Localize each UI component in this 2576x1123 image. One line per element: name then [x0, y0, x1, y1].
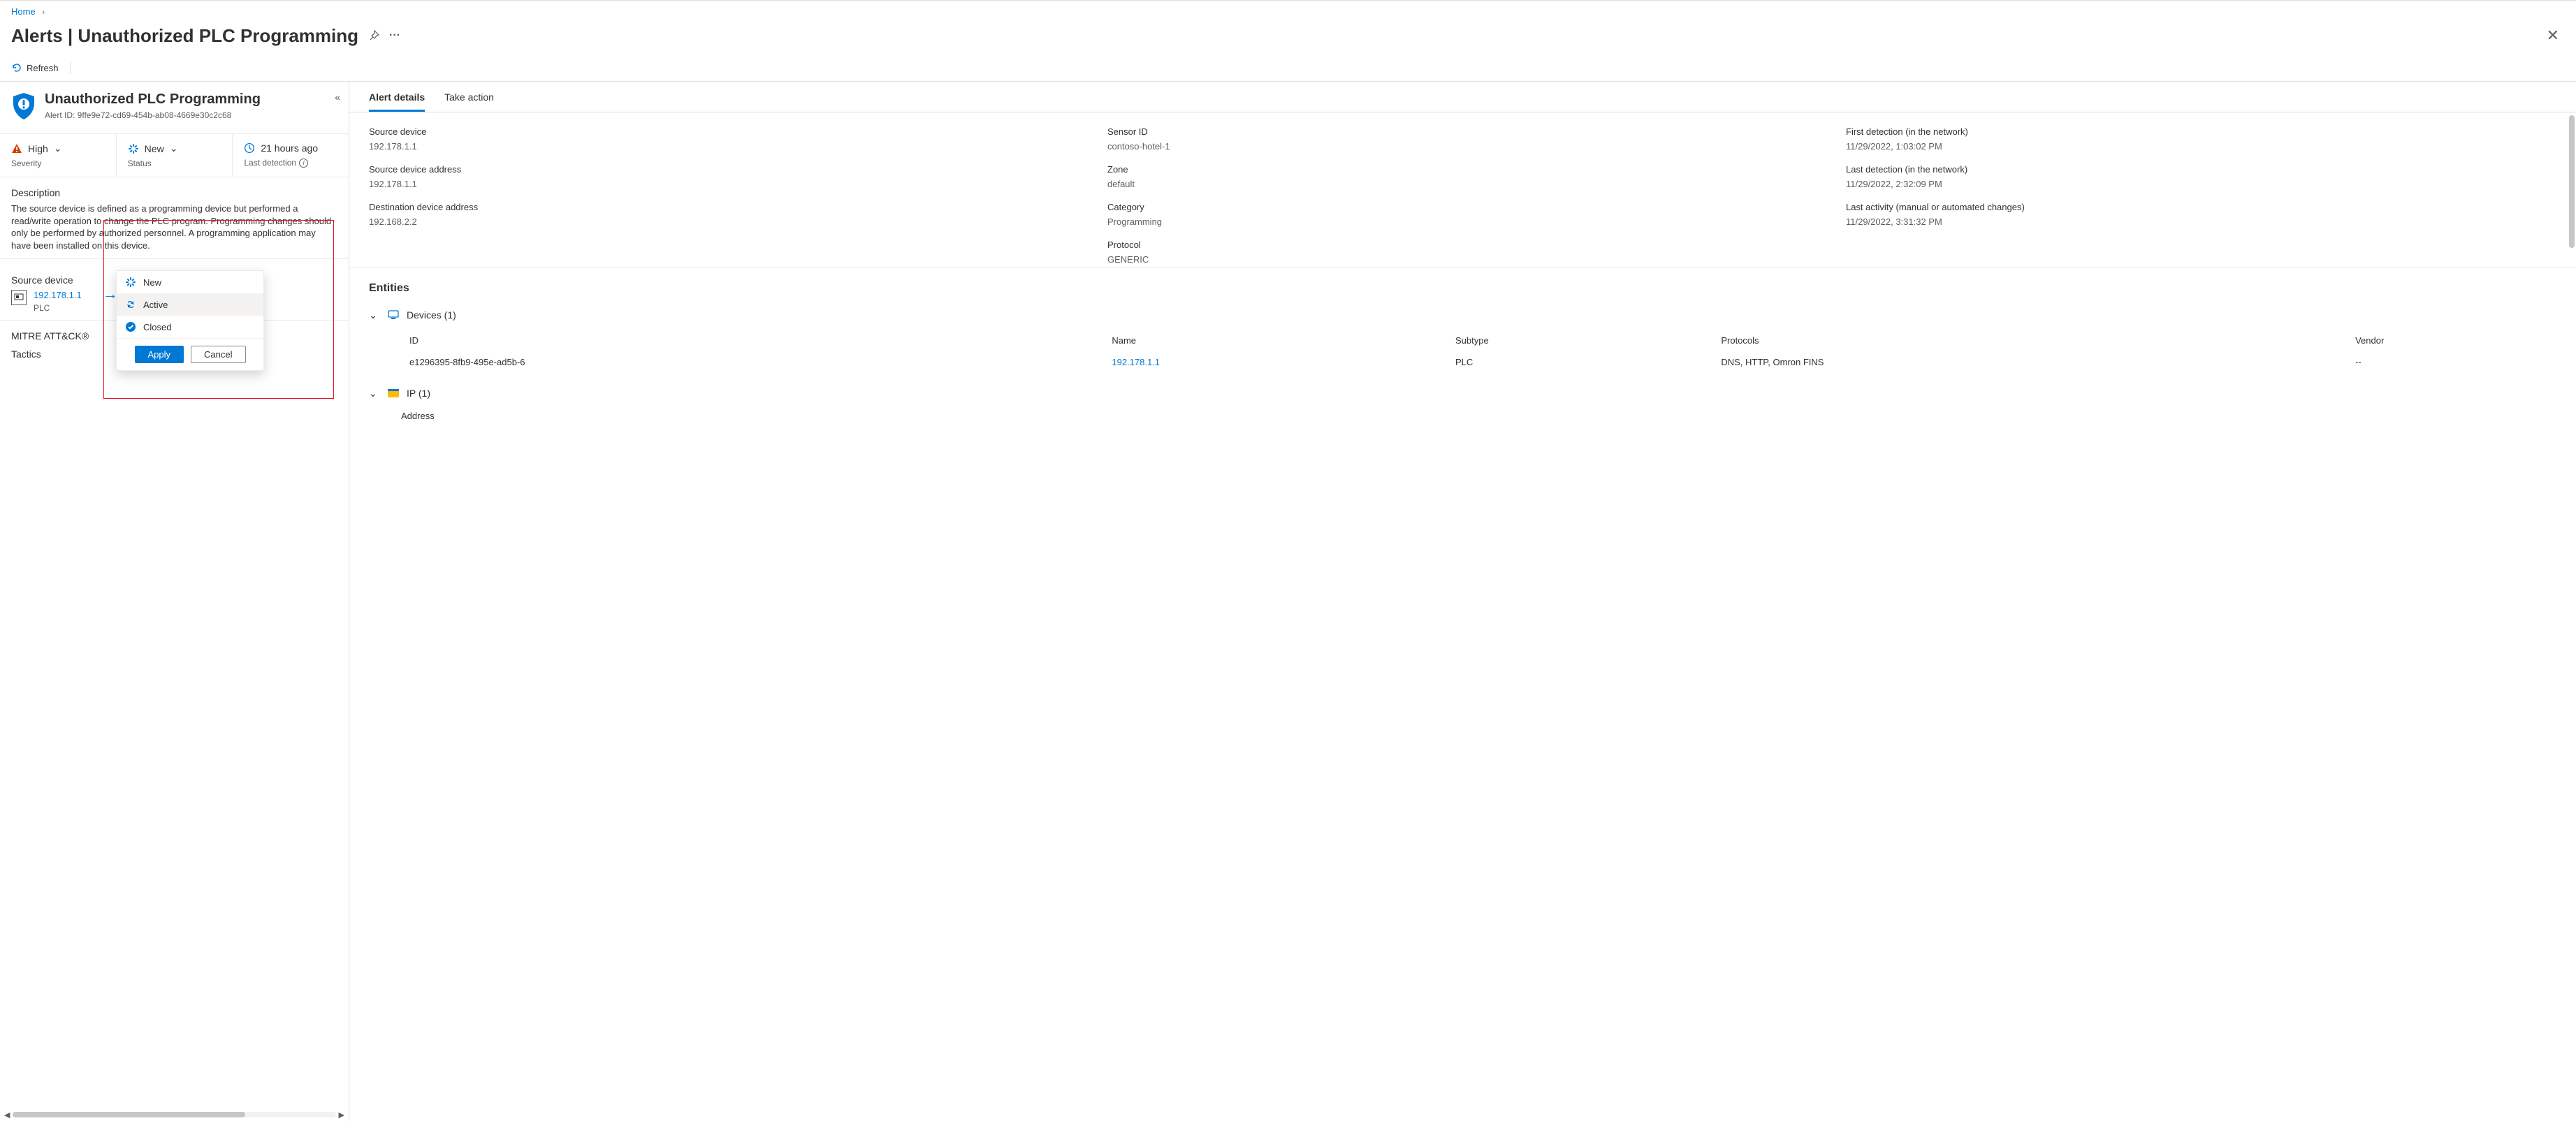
k-first: First detection (in the network) — [1846, 126, 2556, 137]
source-ip-link[interactable]: 192.178.1.1 — [34, 290, 82, 300]
severity-value: High — [28, 143, 48, 154]
tab-take-action[interactable]: Take action — [444, 91, 494, 112]
devices-table: ID Name Subtype Protocols Vendor e129639… — [401, 330, 2576, 373]
v-zone: default — [1107, 179, 1818, 189]
tab-alert-details[interactable]: Alert details — [369, 91, 425, 112]
right-vertical-scrollbar[interactable] — [2569, 115, 2575, 248]
k-source-device: Source device — [369, 126, 1079, 137]
chevron-down-icon[interactable]: ⌄ — [369, 309, 380, 321]
close-icon[interactable]: ✕ — [2541, 24, 2565, 47]
apply-button[interactable]: Apply — [135, 346, 184, 363]
device-icon — [11, 290, 27, 305]
entities-header: Entities — [369, 282, 2556, 295]
cell-protocols: DNS, HTTP, Omron FINS — [1712, 351, 2347, 373]
address-col-header: Address — [401, 411, 2556, 421]
cell-id: e1296395-8fb9-495e-ad5b-6 — [401, 351, 1103, 373]
col-protocols[interactable]: Protocols — [1712, 330, 2347, 351]
k-category: Category — [1107, 202, 1818, 212]
chevron-down-icon[interactable]: ⌄ — [369, 388, 380, 399]
status-chev-icon[interactable]: ⌄ — [170, 142, 178, 154]
check-circle-icon — [125, 321, 136, 332]
v-last: 11/29/2022, 2:32:09 PM — [1846, 179, 2556, 189]
col-subtype[interactable]: Subtype — [1447, 330, 1712, 351]
severity-label: Severity — [11, 159, 105, 168]
cell-subtype: PLC — [1447, 351, 1712, 373]
refresh-icon — [11, 62, 22, 73]
v-protocol: GENERIC — [1107, 254, 1818, 265]
severity-chev-icon[interactable]: ⌄ — [54, 142, 62, 154]
refresh-label: Refresh — [27, 63, 59, 73]
col-vendor[interactable]: Vendor — [2347, 330, 2576, 351]
description-label: Description — [11, 187, 337, 198]
clock-icon — [244, 142, 255, 154]
cell-name-link[interactable]: 192.178.1.1 — [1112, 357, 1160, 367]
v-first: 11/29/2022, 1:03:02 PM — [1846, 141, 2556, 152]
detection-value: 21 hours ago — [261, 142, 318, 154]
v-activity: 11/29/2022, 3:31:32 PM — [1846, 216, 2556, 227]
k-dest-addr: Destination device address — [369, 202, 1079, 212]
status-new-icon — [128, 143, 139, 154]
v-category: Programming — [1107, 216, 1818, 227]
page-title: Alerts | Unauthorized PLC Programming — [11, 25, 358, 47]
status-option-new[interactable]: New — [117, 271, 263, 293]
alert-title: Unauthorized PLC Programming — [45, 91, 261, 108]
table-row[interactable]: e1296395-8fb9-495e-ad5b-6 192.178.1.1 PL… — [401, 351, 2576, 373]
detection-label: Last detection — [244, 158, 296, 168]
more-icon[interactable]: ··· — [389, 29, 400, 42]
shield-icon — [11, 91, 36, 121]
col-name[interactable]: Name — [1103, 330, 1447, 351]
source-device-label: Source device — [11, 274, 82, 286]
breadcrumb: Home › — [0, 1, 2576, 20]
status-dropdown: New Active Closed Apply Cancel — [116, 270, 264, 371]
devices-icon — [387, 309, 400, 321]
pin-icon[interactable] — [368, 30, 379, 41]
k-source-addr: Source device address — [369, 164, 1079, 175]
col-id[interactable]: ID — [401, 330, 1103, 351]
cell-vendor: -- — [2347, 351, 2576, 373]
breadcrumb-chevron-icon: › — [42, 8, 45, 17]
k-protocol: Protocol — [1107, 240, 1818, 250]
toolbar-separator — [70, 61, 71, 74]
devices-group-label: Devices (1) — [407, 309, 456, 321]
v-source-addr: 192.178.1.1 — [369, 179, 1079, 189]
k-last: Last detection (in the network) — [1846, 164, 2556, 175]
source-type: PLC — [34, 303, 82, 313]
description-text: The source device is defined as a progra… — [11, 203, 337, 251]
refresh-small-icon — [125, 299, 136, 310]
alert-id: Alert ID: 9ffe9e72-cd69-454b-ab08-4669e3… — [45, 110, 261, 120]
info-icon[interactable]: i — [299, 159, 308, 168]
v-source-device: 192.178.1.1 — [369, 141, 1079, 152]
left-horizontal-scrollbar[interactable]: ◀ ▶ — [4, 1110, 344, 1120]
k-sensor: Sensor ID — [1107, 126, 1818, 137]
status-option-closed[interactable]: Closed — [117, 316, 263, 338]
v-sensor: contoso-hotel-1 — [1107, 141, 1818, 152]
collapse-panel-icon[interactable]: « — [335, 91, 340, 103]
cancel-button[interactable]: Cancel — [191, 346, 245, 363]
refresh-button[interactable]: Refresh — [11, 62, 59, 73]
v-dest-addr: 192.168.2.2 — [369, 216, 1079, 227]
status-label: Status — [128, 159, 221, 168]
status-new-opt-icon — [125, 277, 136, 288]
breadcrumb-home[interactable]: Home — [11, 6, 36, 17]
status-option-active[interactable]: Active — [117, 293, 263, 316]
k-activity: Last activity (manual or automated chang… — [1846, 202, 2556, 212]
status-value: New — [145, 143, 164, 154]
ip-group-label: IP (1) — [407, 388, 430, 399]
warning-icon — [11, 143, 22, 154]
k-zone: Zone — [1107, 164, 1818, 175]
ip-icon — [387, 387, 400, 399]
